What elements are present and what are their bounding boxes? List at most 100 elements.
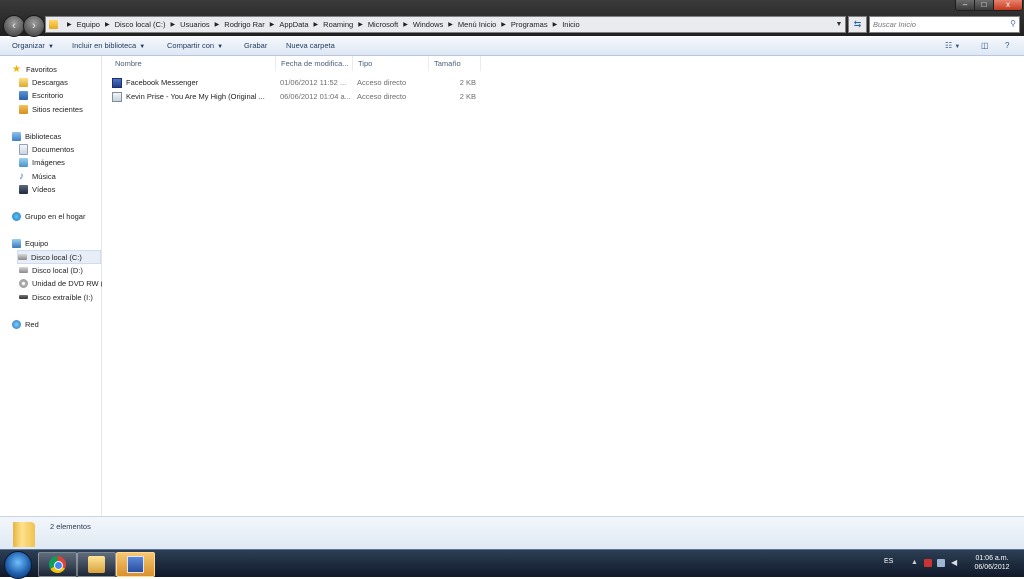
sidebar-item-homegroup[interactable]: Grupo en el hogar — [12, 210, 100, 222]
breadcrumb-roaming[interactable]: Roaming — [323, 20, 353, 29]
downloads-folder-icon — [19, 77, 28, 87]
file-row[interactable]: Kevin Prise - You Are My High (Original … — [112, 91, 482, 103]
file-type: Acceso directo — [357, 78, 407, 87]
file-name: Facebook Messenger — [126, 78, 199, 87]
column-header-name[interactable]: Nombre — [110, 56, 276, 71]
chevron-right-icon[interactable]: ▶ — [501, 21, 506, 28]
search-input[interactable] — [873, 17, 1001, 32]
minimize-button[interactable]: – — [955, 0, 975, 11]
chevron-down-icon: ▼ — [47, 44, 54, 50]
clock-time: 01:06 a.m. — [975, 555, 1009, 562]
breadcrumb-usuarios[interactable]: Usuarios — [180, 20, 210, 29]
preview-pane-icon[interactable]: ◫ — [981, 41, 989, 51]
sidebar-item-favorites[interactable]: ★ Favoritos — [12, 63, 100, 75]
breadcrumb-equipo[interactable]: Equipo — [77, 20, 100, 29]
action-center-flag-icon[interactable] — [924, 559, 932, 567]
file-size: 2 KB — [459, 78, 476, 87]
file-date: 01/06/2012 11:52 ... — [280, 78, 347, 87]
address-toolbar: ‹ › ▶ Equipo ▶ Disco local (C:) ▶ Usuarios… — [0, 0, 1024, 37]
network-tray-icon[interactable] — [937, 559, 945, 567]
chevron-right-icon[interactable]: ▶ — [358, 21, 363, 28]
show-hidden-icons-icon[interactable]: ▲ — [911, 559, 919, 567]
sidebar-item-videos[interactable]: Vídeos — [19, 183, 107, 195]
hard-drive-icon — [19, 267, 28, 273]
chevron-right-icon[interactable]: ▶ — [170, 21, 175, 28]
chevron-right-icon[interactable]: ▶ — [448, 21, 453, 28]
taskbar-chrome-button[interactable] — [38, 552, 77, 577]
command-bar: Organizar ▼ Incluir en biblioteca ▼ Compar… — [0, 37, 1024, 56]
breadcrumb-appdata[interactable]: AppData — [279, 20, 308, 29]
sidebar-label: Vídeos — [32, 184, 56, 194]
file-type: Acceso directo — [357, 92, 407, 101]
volume-icon[interactable]: ◀ — [951, 559, 959, 567]
breadcrumb-disco-c[interactable]: Disco local (C:) — [115, 20, 166, 29]
chevron-right-icon[interactable]: ▶ — [67, 21, 72, 28]
share-button[interactable]: Compartir con ▼ — [167, 37, 223, 55]
documents-icon — [19, 143, 28, 155]
sidebar-item-computer[interactable]: Equipo — [12, 237, 100, 249]
sidebar-item-recent[interactable]: Sitios recientes — [19, 103, 107, 115]
breadcrumb-inicio[interactable]: Inicio — [562, 20, 580, 29]
folder-icon — [13, 522, 35, 547]
help-icon[interactable]: ? — [1005, 41, 1009, 51]
chevron-right-icon[interactable]: ▶ — [215, 21, 220, 28]
refresh-button[interactable]: ⇆ — [848, 16, 867, 33]
column-header-type[interactable]: Tipo — [353, 56, 429, 71]
file-date: 06/06/2012 01:04 a... — [280, 92, 351, 101]
burn-button[interactable]: Grabar — [244, 37, 267, 55]
homegroup-icon — [12, 211, 21, 221]
breadcrumb-microsoft[interactable]: Microsoft — [368, 20, 398, 29]
computer-icon — [12, 238, 21, 248]
sidebar-label: Favoritos — [26, 64, 57, 74]
navigation-pane: ★ Favoritos Descargas Escritorio Sitios r… — [0, 56, 103, 516]
sidebar-item-downloads[interactable]: Descargas — [19, 76, 107, 88]
chevron-right-icon[interactable]: ▶ — [314, 21, 319, 28]
taskbar-explorer-button[interactable] — [77, 552, 116, 577]
maximize-button[interactable]: □ — [974, 0, 994, 11]
sidebar-item-libraries[interactable]: Bibliotecas — [12, 130, 100, 142]
sidebar-item-desktop[interactable]: Escritorio — [19, 89, 107, 101]
chevron-right-icon[interactable]: ▶ — [403, 21, 408, 28]
taskbar-messenger-button[interactable] — [116, 552, 155, 577]
sidebar-item-removable[interactable]: Disco extraíble (I:) — [19, 291, 107, 303]
breadcrumb-menu-inicio[interactable]: Menú Inicio — [458, 20, 496, 29]
view-options-icon[interactable]: ☷ ▼ — [945, 41, 960, 51]
column-header-date[interactable]: Fecha de modifica... — [276, 56, 353, 71]
breadcrumb-windows[interactable]: Windows — [413, 20, 443, 29]
file-row[interactable]: Facebook Messenger 01/06/2012 11:52 ... … — [112, 77, 482, 89]
search-icon[interactable]: ⚲ — [1010, 19, 1016, 28]
sidebar-label: Grupo en el hogar — [25, 211, 86, 221]
audio-shortcut-icon — [112, 92, 122, 102]
address-bar[interactable]: ▶ Equipo ▶ Disco local (C:) ▶ Usuarios ▶ Ro… — [45, 16, 846, 33]
sidebar-item-dvd[interactable]: Unidad de DVD RW ( — [19, 277, 107, 289]
breadcrumb-user[interactable]: Rodrigo Rar — [224, 20, 264, 29]
chevron-down-icon: ▼ — [217, 44, 224, 50]
messenger-shortcut-icon — [112, 78, 122, 88]
organize-button[interactable]: Organizar ▼ — [12, 37, 54, 55]
sidebar-item-documents[interactable]: Documentos — [19, 143, 107, 155]
include-library-button[interactable]: Incluir en biblioteca ▼ — [72, 37, 145, 55]
libraries-icon — [12, 131, 21, 141]
chevron-right-icon[interactable]: ▶ — [553, 21, 558, 28]
breadcrumb-programas[interactable]: Programas — [511, 20, 548, 29]
sidebar-item-music[interactable]: ♪ Música — [19, 170, 107, 182]
pictures-icon — [19, 157, 28, 167]
close-button[interactable]: x — [993, 0, 1023, 11]
file-list: Nombre Fecha de modifica... Tipo Tamaño … — [102, 56, 1024, 516]
new-folder-button[interactable]: Nueva carpeta — [286, 37, 335, 55]
clock[interactable]: 01:06 a.m. 06/06/2012 — [967, 554, 1017, 572]
chevron-down-icon[interactable]: ▼ — [833, 21, 845, 28]
chevron-right-icon[interactable]: ▶ — [270, 21, 275, 28]
back-button[interactable]: ‹ — [3, 15, 25, 37]
chevron-right-icon[interactable]: ▶ — [105, 21, 110, 28]
sidebar-item-drive-d[interactable]: Disco local (D:) — [19, 264, 107, 276]
language-indicator[interactable]: ES — [884, 558, 893, 565]
sidebar-item-images[interactable]: Imágenes — [19, 156, 107, 168]
sidebar-item-network[interactable]: Red — [12, 318, 100, 330]
search-box[interactable]: ⚲ — [869, 16, 1020, 33]
start-button[interactable] — [4, 551, 32, 579]
column-header-size[interactable]: Tamaño — [429, 56, 481, 71]
forward-button[interactable]: › — [23, 15, 45, 37]
sidebar-item-drive-c[interactable]: Disco local (C:) — [17, 250, 101, 264]
file-name: Kevin Prise - You Are My High (Original … — [126, 92, 265, 101]
